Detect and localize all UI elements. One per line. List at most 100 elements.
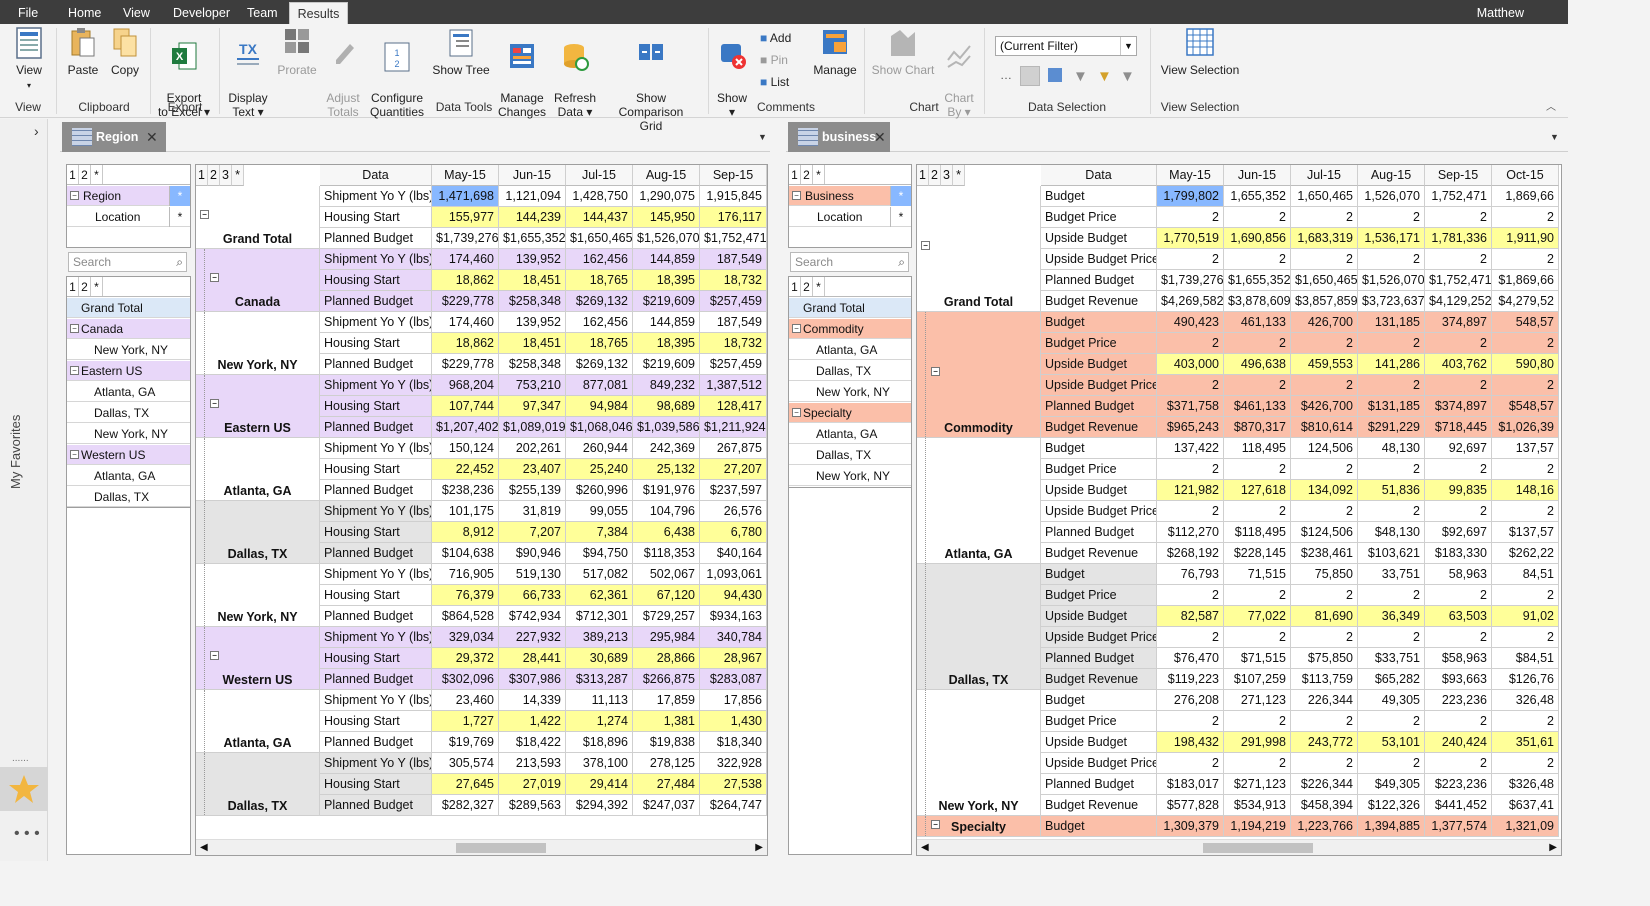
data-cell[interactable]: 2: [1425, 375, 1492, 396]
data-cell[interactable]: 58,963: [1425, 564, 1492, 585]
data-cell[interactable]: $228,145: [1224, 543, 1291, 564]
tree-item[interactable]: New York, NY: [67, 424, 190, 444]
collapse-icon[interactable]: −: [210, 272, 219, 282]
data-cell[interactable]: 28,967: [700, 648, 767, 669]
data-cell[interactable]: 29,414: [566, 774, 633, 795]
data-cell[interactable]: 2: [1291, 207, 1358, 228]
data-cell[interactable]: 2: [1425, 585, 1492, 606]
view-button[interactable]: View ▾: [8, 26, 50, 93]
data-cell[interactable]: 124,506: [1291, 438, 1358, 459]
data-cell[interactable]: $1,526,070: [1358, 270, 1425, 291]
data-cell[interactable]: 66,733: [499, 585, 566, 606]
data-cell[interactable]: 502,067: [633, 564, 700, 585]
data-cell[interactable]: $1,650,465: [566, 228, 633, 249]
data-cell[interactable]: 141,286: [1358, 354, 1425, 375]
data-cell[interactable]: 1,770,519: [1157, 228, 1224, 249]
data-cell[interactable]: $1,526,070: [633, 228, 700, 249]
data-cell[interactable]: 18,732: [700, 333, 767, 354]
data-cell[interactable]: 1,093,061: [700, 564, 767, 585]
data-cell[interactable]: 2: [1224, 711, 1291, 732]
data-cell[interactable]: 2: [1492, 249, 1559, 270]
user-name[interactable]: Matthew: [1477, 0, 1524, 26]
data-cell[interactable]: 2: [1157, 627, 1224, 648]
dimension-star[interactable]: *: [169, 186, 190, 206]
search-icon[interactable]: ⌕: [176, 253, 183, 271]
data-cell[interactable]: $864,528: [432, 606, 499, 627]
data-cell[interactable]: 305,574: [432, 753, 499, 774]
data-cell[interactable]: 2: [1425, 711, 1492, 732]
data-cell[interactable]: 2: [1157, 711, 1224, 732]
data-cell[interactable]: 2: [1358, 459, 1425, 480]
data-cell[interactable]: 27,645: [432, 774, 499, 795]
filter-clear-icon[interactable]: ▼: [1120, 68, 1135, 85]
data-cell[interactable]: $40,164: [700, 543, 767, 564]
data-cell[interactable]: $3,723,637: [1358, 291, 1425, 312]
data-cell[interactable]: 1,650,465: [1291, 186, 1358, 207]
expand-sidebar-icon[interactable]: ›: [34, 123, 39, 139]
data-cell[interactable]: 25,240: [566, 459, 633, 480]
row-group-label[interactable]: New York, NY: [917, 690, 1041, 816]
current-filter-select[interactable]: (Current Filter) ▼: [995, 36, 1137, 56]
level-*-button[interactable]: *: [91, 165, 103, 184]
tree-item[interactable]: − Western US: [67, 445, 190, 465]
data-cell[interactable]: 18,862: [432, 333, 499, 354]
data-cell[interactable]: $18,422: [499, 732, 566, 753]
data-cell[interactable]: $1,752,471: [1425, 270, 1492, 291]
data-cell[interactable]: 2: [1157, 501, 1224, 522]
data-cell[interactable]: $3,878,609: [1224, 291, 1291, 312]
data-cell[interactable]: 2: [1224, 333, 1291, 354]
data-cell[interactable]: 1,869,66: [1492, 186, 1559, 207]
data-cell[interactable]: $223,236: [1425, 774, 1492, 795]
view-selection-button[interactable]: View Selection: [1158, 26, 1242, 77]
tree-item[interactable]: New York, NY: [67, 340, 190, 360]
data-cell[interactable]: 1,422: [499, 711, 566, 732]
data-cell[interactable]: $84,51: [1492, 648, 1559, 669]
data-cell[interactable]: $219,609: [633, 291, 700, 312]
data-cell[interactable]: 18,451: [499, 270, 566, 291]
left-search-input[interactable]: Search ⌕: [68, 252, 187, 272]
data-cell[interactable]: 18,732: [700, 270, 767, 291]
data-cell[interactable]: 97,347: [499, 396, 566, 417]
data-cell[interactable]: 2: [1358, 375, 1425, 396]
menu-developer[interactable]: Developer: [173, 0, 233, 24]
data-cell[interactable]: 17,859: [633, 690, 700, 711]
data-cell[interactable]: 1,536,171: [1358, 228, 1425, 249]
data-cell[interactable]: 2: [1291, 375, 1358, 396]
data-cell[interactable]: $76,470: [1157, 648, 1224, 669]
data-cell[interactable]: 137,422: [1157, 438, 1224, 459]
data-cell[interactable]: $742,934: [499, 606, 566, 627]
data-cell[interactable]: $268,192: [1157, 543, 1224, 564]
data-cell[interactable]: 162,456: [566, 312, 633, 333]
collapse-icon[interactable]: −: [792, 408, 801, 417]
data-cell[interactable]: $264,747: [700, 795, 767, 816]
data-cell[interactable]: 2: [1291, 249, 1358, 270]
collapse-icon[interactable]: −: [70, 450, 79, 459]
data-cell[interactable]: 202,261: [499, 438, 566, 459]
data-cell[interactable]: $266,875: [633, 669, 700, 690]
level-2-button[interactable]: 2: [79, 165, 91, 184]
horizontal-scrollbar[interactable]: ◀ ▶: [196, 839, 767, 855]
data-cell[interactable]: 48,130: [1358, 438, 1425, 459]
level-1-button[interactable]: 1: [917, 165, 929, 186]
data-cell[interactable]: 295,984: [633, 627, 700, 648]
horizontal-scrollbar[interactable]: ◀ ▶: [917, 839, 1561, 855]
level-2-button[interactable]: 2: [801, 277, 813, 296]
column-header[interactable]: May-15: [432, 165, 499, 186]
level-3-button[interactable]: 3: [220, 165, 232, 186]
data-cell[interactable]: $19,769: [432, 732, 499, 753]
data-cell[interactable]: 18,451: [499, 333, 566, 354]
data-cell[interactable]: 2: [1492, 501, 1559, 522]
data-cell[interactable]: $1,039,586: [633, 417, 700, 438]
data-cell[interactable]: 2: [1358, 753, 1425, 774]
data-cell[interactable]: 2: [1358, 585, 1425, 606]
data-cell[interactable]: 2: [1492, 333, 1559, 354]
data-cell[interactable]: 31,819: [499, 501, 566, 522]
data-cell[interactable]: 176,117: [700, 207, 767, 228]
chevron-down-icon[interactable]: ▼: [1550, 122, 1559, 152]
close-icon[interactable]: ✕: [146, 122, 158, 152]
data-cell[interactable]: 2: [1224, 207, 1291, 228]
data-cell[interactable]: 753,210: [499, 375, 566, 396]
data-cell[interactable]: 1,655,352: [1224, 186, 1291, 207]
list-comments-button[interactable]: ■ List: [760, 75, 789, 89]
data-cell[interactable]: 8,912: [432, 522, 499, 543]
